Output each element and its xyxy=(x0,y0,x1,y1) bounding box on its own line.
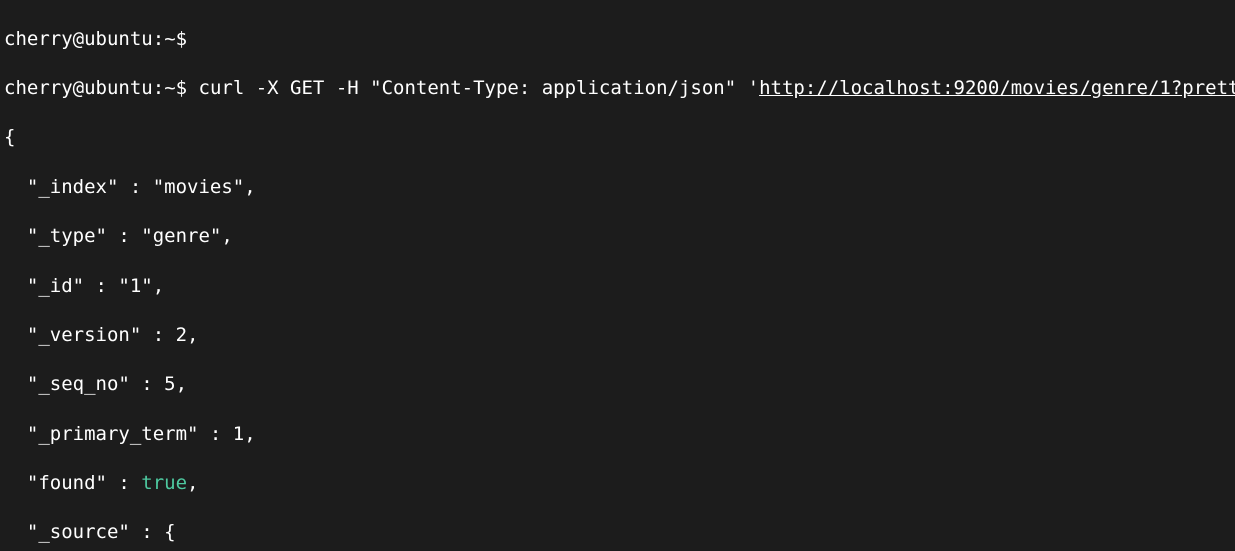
prompt-colon: : xyxy=(153,28,164,50)
prompt-at: @ xyxy=(73,77,84,99)
json-line: "_index" : "movies", xyxy=(4,175,1231,200)
prompt-line-1: cherry@ubuntu:~$ xyxy=(4,27,1231,52)
json-line-found-comma: , xyxy=(187,472,198,494)
prompt-host: ubuntu xyxy=(84,77,153,99)
command-line: cherry@ubuntu:~$ curl -X GET -H "Content… xyxy=(4,76,1231,101)
json-line: "_type" : "genre", xyxy=(4,224,1231,249)
json-line: "_version" : 2, xyxy=(4,323,1231,348)
curl-command: curl -X GET -H "Content-Type: applicatio… xyxy=(199,77,760,99)
prompt-at: @ xyxy=(73,28,84,50)
json-bool-true: true xyxy=(141,472,187,494)
request-url: http://localhost:9200/movies/genre/1?pre… xyxy=(759,77,1235,99)
prompt-user: cherry xyxy=(4,28,73,50)
terminal[interactable]: cherry@ubuntu:~$ cherry@ubuntu:~$ curl -… xyxy=(0,0,1235,551)
prompt-dollar: $ xyxy=(176,28,187,50)
json-line: "_source" : { xyxy=(4,520,1231,545)
json-line-found-key: "found" : xyxy=(4,472,141,494)
json-line: "_seq_no" : 5, xyxy=(4,372,1231,397)
prompt-user: cherry xyxy=(4,77,73,99)
prompt-host: ubuntu xyxy=(84,28,153,50)
json-line: { xyxy=(4,125,1231,150)
prompt-path: ~ xyxy=(164,28,175,50)
json-line: "_primary_term" : 1, xyxy=(4,422,1231,447)
prompt-path: ~ xyxy=(164,77,175,99)
prompt-dollar: $ xyxy=(176,77,187,99)
prompt-colon: : xyxy=(153,77,164,99)
json-line: "_id" : "1", xyxy=(4,274,1231,299)
json-line-found: "found" : true, xyxy=(4,471,1231,496)
